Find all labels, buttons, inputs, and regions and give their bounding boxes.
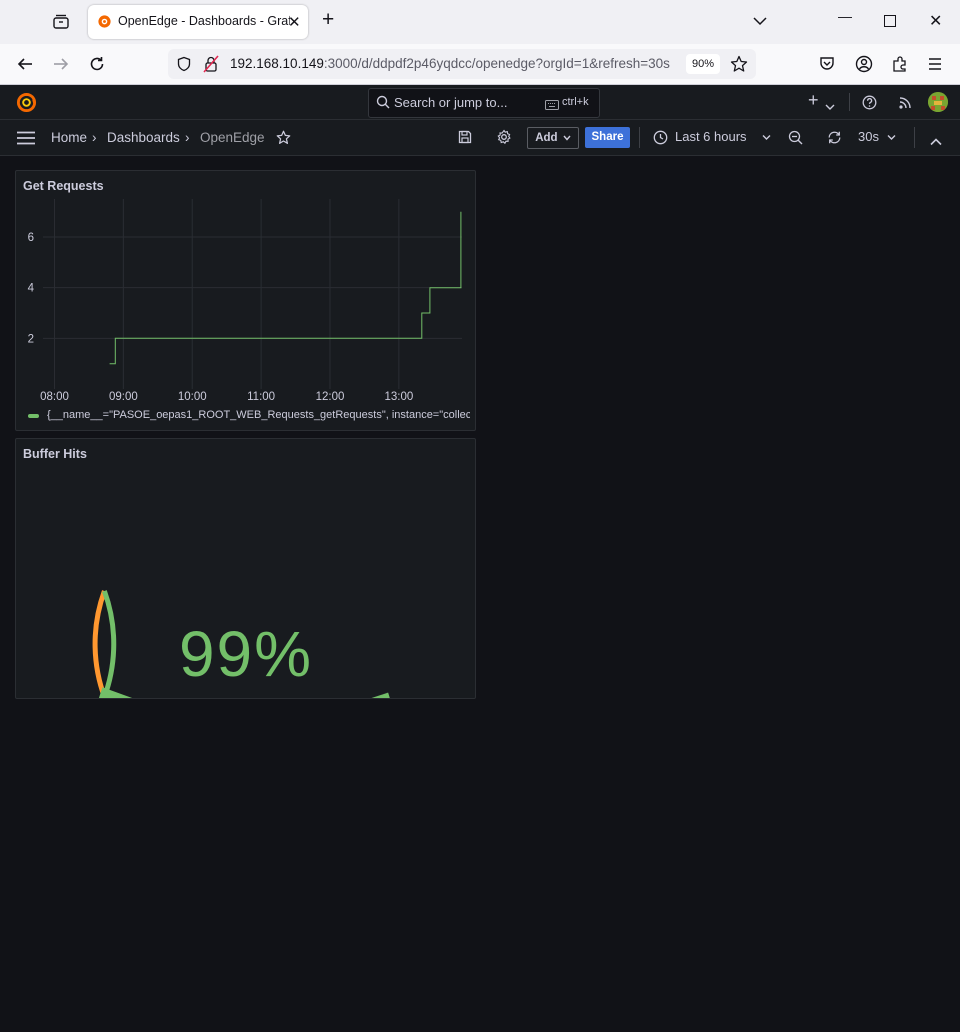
y-tick-label: 6 [28,232,34,244]
time-range-label: Last 6 hours [675,129,747,144]
hamburger-menu-icon[interactable] [17,131,35,150]
settings-gear-icon[interactable] [496,129,512,150]
gauge-value-arc [99,687,390,698]
add-button[interactable]: Add [527,127,579,149]
user-avatar[interactable] [928,92,948,112]
search-placeholder: Search or jump to... [394,95,508,110]
grafana-logo-icon[interactable] [16,92,37,118]
breadcrumb-home[interactable]: Home [51,130,87,145]
share-button[interactable]: Share [585,127,630,148]
tab-list-chevron-icon[interactable] [752,14,768,32]
x-tick-label: 09:00 [109,391,138,403]
dashboard-nav-bar: Home › Dashboards › OpenEdge Add Share L… [0,120,960,156]
browser-tab-bar: OpenEdge - Dashboards - Grafana ✕ + — ✕ [0,0,960,45]
close-window-icon[interactable]: ✕ [929,11,942,31]
insecure-lock-icon[interactable] [203,55,219,78]
save-dashboard-icon[interactable] [458,130,472,149]
legend-item[interactable]: {__name__="PASOE_oepas1_ROOT_WEB_Request… [28,409,470,425]
time-picker[interactable]: Last 6 hours [653,129,773,147]
search-bar[interactable]: Search or jump to... ctrl+k [368,88,600,118]
forward-arrow-icon[interactable] [52,55,70,78]
account-icon[interactable] [855,55,873,78]
extensions-icon[interactable] [891,55,909,78]
tab-overview-icon[interactable] [52,13,70,31]
favorite-star-icon[interactable] [276,130,291,150]
x-tick-label: 08:00 [40,391,69,403]
zoom-out-icon[interactable] [788,130,803,150]
url-host: 192.168.10.149 [230,56,324,71]
help-icon[interactable] [862,95,877,115]
new-plus-icon[interactable]: + [808,90,819,111]
panel-buffer-hits[interactable]: Buffer Hits 99% [15,438,476,699]
breadcrumb-separator-icon: › [185,130,190,145]
new-chevron-down-icon[interactable] [825,98,835,116]
new-tab-icon[interactable]: + [322,9,334,31]
zoom-level-badge[interactable]: 90% [686,54,720,74]
y-tick-label: 4 [28,283,35,295]
grafana-favicon-icon [97,14,112,29]
breadcrumb-dashboards[interactable]: Dashboards [107,130,180,145]
collapse-chevron-up-icon[interactable] [930,133,942,151]
tab-title: OpenEdge - Dashboards - Grafana [118,14,290,28]
browser-tab[interactable]: OpenEdge - Dashboards - Grafana ✕ [88,5,308,39]
url-bar[interactable]: 192.168.10.149:3000/d/ddpdf2p46yqdcc/ope… [168,49,756,79]
refresh-interval-chevron-icon [887,135,896,140]
search-shortcut: ctrl+k [562,96,589,108]
browser-nav-bar: 192.168.10.149:3000/d/ddpdf2p46yqdcc/ope… [0,44,960,85]
url-path: :3000/d/ddpdf2p46yqdcc/openedge?orgId=1&… [323,56,670,71]
get-requests-chart[interactable]: 2 4 6 08:00 09:00 10:00 11:00 12:00 13:00 [16,171,475,430]
maximize-window-icon[interactable] [884,15,896,27]
refresh-icon[interactable] [827,130,842,150]
app-menu-icon[interactable] [927,56,943,77]
minimize-window-icon[interactable]: — [838,8,852,24]
refresh-interval-picker[interactable]: 30s [858,129,898,147]
x-tick-label: 13:00 [384,391,413,403]
legend-swatch [28,414,39,418]
panel-get-requests[interactable]: Get Requests 2 4 6 08:00 09:00 10:00 11:00 12:0… [15,170,476,431]
pocket-icon[interactable] [818,55,836,78]
shield-icon[interactable] [176,56,192,77]
x-tick-label: 11:00 [247,391,275,403]
breadcrumb-current: OpenEdge [200,130,265,145]
keyboard-icon [545,97,559,115]
refresh-interval-label: 30s [858,129,879,144]
url-text[interactable]: 192.168.10.149:3000/d/ddpdf2p46yqdcc/ope… [230,56,680,71]
gauge-value: 99% [178,618,314,690]
divider [849,93,850,111]
search-icon [376,95,390,114]
legend-series-name: {__name__="PASOE_oepas1_ROOT_WEB_Request… [47,409,470,421]
x-tick-label: 10:00 [178,391,207,403]
add-button-label: Add [535,132,558,144]
x-tick-label: 12:00 [316,391,345,403]
grafana-top-bar: Search or jump to... ctrl+k + [0,85,960,120]
divider [639,127,640,148]
back-arrow-icon[interactable] [16,55,34,78]
bookmark-star-icon[interactable] [730,55,748,78]
news-rss-icon[interactable] [898,95,913,115]
y-tick-label: 2 [28,333,34,345]
divider [914,127,915,148]
time-range-chevron-icon [762,135,771,140]
clock-icon [653,130,668,145]
reload-icon[interactable] [88,55,106,78]
tab-close-icon[interactable]: ✕ [288,13,301,31]
breadcrumb-separator-icon: › [92,130,97,145]
